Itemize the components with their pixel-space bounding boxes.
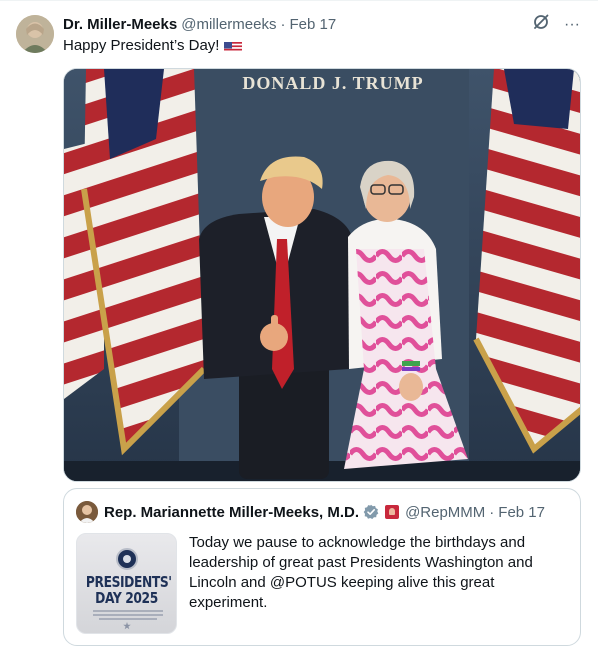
thumbnail-fine-print <box>93 610 163 612</box>
tweet-header: Dr. Miller-Meeks @millermeeks · Feb 17 <box>63 14 336 34</box>
tweet-text: Happy President’s Day! <box>63 36 243 56</box>
quoted-tweet-header: Rep. Mariannette Miller-Meeks, M.D. @Rep… <box>76 501 545 523</box>
backdrop-title-text: DONALD J. TRUMP <box>242 73 424 93</box>
quoted-separator-dot: · <box>489 503 495 521</box>
quoted-tweet[interactable]: Rep. Mariannette Miller-Meeks, M.D. @Rep… <box>63 488 581 646</box>
us-flag-emoji <box>224 40 243 52</box>
grok-icon[interactable] <box>532 13 550 37</box>
quoted-author-handle[interactable]: @RepMMM <box>405 504 485 521</box>
thumbnail-title-line1: PRESIDENTS' <box>85 573 172 591</box>
thumbnail-fine-print <box>99 618 157 620</box>
verified-gray-icon <box>363 504 379 520</box>
tweet-text-content: Happy President’s Day! <box>63 37 220 54</box>
backdrop-title: DONALD J. TRUMP <box>64 73 580 94</box>
tweet-photo[interactable]: DONALD J. TRUMP <box>63 68 581 482</box>
quoted-tweet-text: Today we pause to acknowledge the birthd… <box>189 534 533 611</box>
government-badge-icon <box>385 505 400 519</box>
tweet-date[interactable]: Feb 17 <box>289 16 336 33</box>
star-icon <box>123 622 131 630</box>
tweet-tools: ··· <box>532 13 580 37</box>
thumbnail-title: PRESIDENTS' DAY 2025 <box>85 573 172 607</box>
presidential-seal-icon <box>116 548 138 570</box>
tweet-card[interactable]: Dr. Miller-Meeks @millermeeks · Feb 17 ·… <box>0 0 598 653</box>
more-options-icon[interactable]: ··· <box>564 15 580 35</box>
quoted-thumbnail[interactable]: PRESIDENTS' DAY 2025 <box>76 533 177 634</box>
thumbnail-fine-print <box>93 614 163 616</box>
quoted-author-avatar[interactable] <box>76 501 98 523</box>
thumbnail-title-line2: DAY 2025 <box>95 589 158 607</box>
separator-dot: · <box>280 15 286 33</box>
author-handle[interactable]: @millermeeks <box>181 16 276 33</box>
author-avatar[interactable] <box>16 15 54 53</box>
quoted-tweet-date[interactable]: Feb 17 <box>498 504 545 521</box>
author-name[interactable]: Dr. Miller-Meeks <box>63 16 177 33</box>
quoted-author-name[interactable]: Rep. Mariannette Miller-Meeks, M.D. <box>104 504 359 521</box>
